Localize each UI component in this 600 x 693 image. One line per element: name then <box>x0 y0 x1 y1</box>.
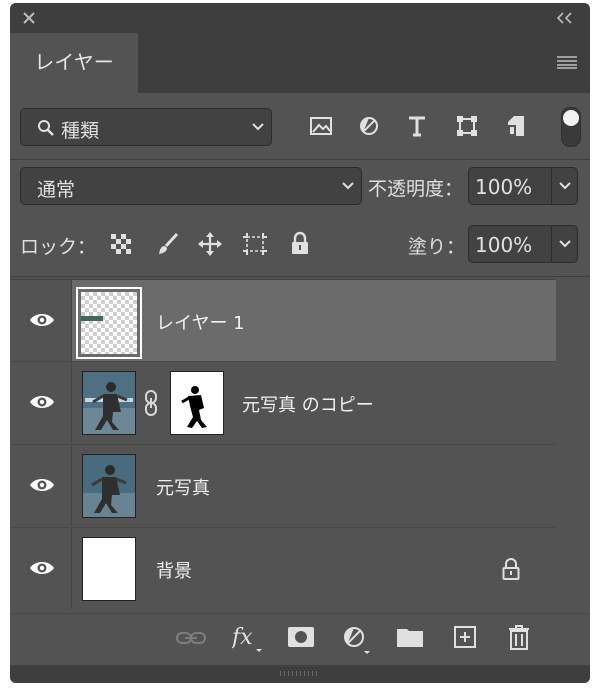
fill-label: 塗り： <box>408 236 466 258</box>
trash-icon[interactable] <box>508 624 530 650</box>
layer-thumbnail <box>76 287 142 359</box>
visibility-column <box>10 362 72 443</box>
chevron-down-icon <box>251 122 265 132</box>
svg-text:fx: fx <box>232 625 253 650</box>
chevron-down-icon[interactable] <box>558 239 572 249</box>
layer-thumbnail <box>82 371 136 435</box>
blend-mode-value: 通常 <box>37 179 76 201</box>
panel-menu-icon[interactable] <box>556 55 578 69</box>
layer-name[interactable]: レイヤー 1 <box>156 309 245 335</box>
smart-object-filter-icon[interactable] <box>506 114 526 138</box>
close-icon[interactable] <box>22 11 36 25</box>
layer-row[interactable]: 元写真 <box>10 444 556 526</box>
eye-icon[interactable] <box>29 559 55 577</box>
divider <box>551 168 552 204</box>
filter-kind-select[interactable]: 種類 <box>20 108 272 146</box>
chevron-down-icon <box>341 181 355 191</box>
panel-footer: fx <box>10 613 590 666</box>
visibility-column <box>10 445 72 526</box>
opacity-label: 不透明度： <box>368 178 464 200</box>
lock-transparent-pixels-icon[interactable] <box>111 234 131 254</box>
layers-panel: レイヤー 種類 通常 不透明度： 100% ロック： 塗り： 100% レイヤー… <box>10 3 590 683</box>
fill-input[interactable]: 100% <box>468 225 578 263</box>
lock-all-icon[interactable] <box>290 231 310 255</box>
layers-list: レイヤー 1 元写真 のコピー 元写真 背景 <box>10 279 556 613</box>
blend-mode-select[interactable]: 通常 <box>20 167 362 205</box>
divider <box>551 226 552 262</box>
eye-icon[interactable] <box>29 476 55 494</box>
opacity-value: 100% <box>475 175 533 199</box>
new-layer-icon[interactable] <box>454 626 476 648</box>
new-adjustment-layer-icon[interactable] <box>343 626 373 656</box>
add-mask-icon[interactable] <box>288 627 314 647</box>
lock-image-pixels-icon[interactable] <box>156 232 180 256</box>
search-icon <box>37 119 55 137</box>
layer-row[interactable]: 元写真 のコピー <box>10 361 556 443</box>
fx-icon[interactable]: fx <box>232 624 266 654</box>
pixel-layer-filter-icon[interactable] <box>310 116 332 136</box>
panel-titlebar <box>10 3 590 33</box>
link-layers-icon[interactable] <box>176 630 206 646</box>
collapse-icon[interactable] <box>556 12 574 24</box>
layer-row[interactable]: レイヤー 1 <box>10 279 556 361</box>
divider <box>10 159 590 160</box>
tab-layers[interactable]: レイヤー <box>10 33 138 93</box>
lock-label: ロック： <box>20 236 97 258</box>
layer-mask-thumbnail <box>170 371 224 435</box>
opacity-input[interactable]: 100% <box>468 167 578 205</box>
layer-thumbnail <box>82 537 136 601</box>
visibility-column <box>10 528 72 609</box>
layer-name[interactable]: 元写真 のコピー <box>242 391 374 417</box>
divider <box>10 276 590 277</box>
lock-position-icon[interactable] <box>197 231 223 257</box>
eye-icon[interactable] <box>29 393 55 411</box>
adjustment-layer-filter-icon[interactable] <box>359 116 379 136</box>
link-icon[interactable] <box>144 390 158 416</box>
resize-bar[interactable] <box>10 665 590 683</box>
filter-toggle-knob <box>563 110 579 126</box>
layer-name[interactable]: 元写真 <box>156 474 210 500</box>
type-layer-filter-icon[interactable] <box>407 115 427 137</box>
layer-row[interactable]: 背景 <box>10 527 556 609</box>
lock-artboard-icon[interactable] <box>242 232 268 256</box>
resize-grip-icon[interactable] <box>280 671 320 676</box>
transparency-checker <box>81 292 137 354</box>
new-group-icon[interactable] <box>397 627 423 647</box>
thumbnail-content <box>81 316 103 321</box>
lock-icon <box>502 558 520 580</box>
chevron-down-icon[interactable] <box>558 181 572 191</box>
scrollbar-track[interactable] <box>556 280 590 613</box>
filter-toggle[interactable] <box>561 107 581 147</box>
panel-tab-row: レイヤー <box>10 33 590 93</box>
layer-name[interactable]: 背景 <box>156 557 192 583</box>
layer-thumbnail <box>82 454 136 518</box>
fill-value: 100% <box>475 233 533 257</box>
visibility-column <box>10 280 72 361</box>
eye-icon[interactable] <box>29 311 55 329</box>
shape-layer-filter-icon[interactable] <box>456 115 478 137</box>
filter-kind-label: 種類 <box>61 120 100 142</box>
